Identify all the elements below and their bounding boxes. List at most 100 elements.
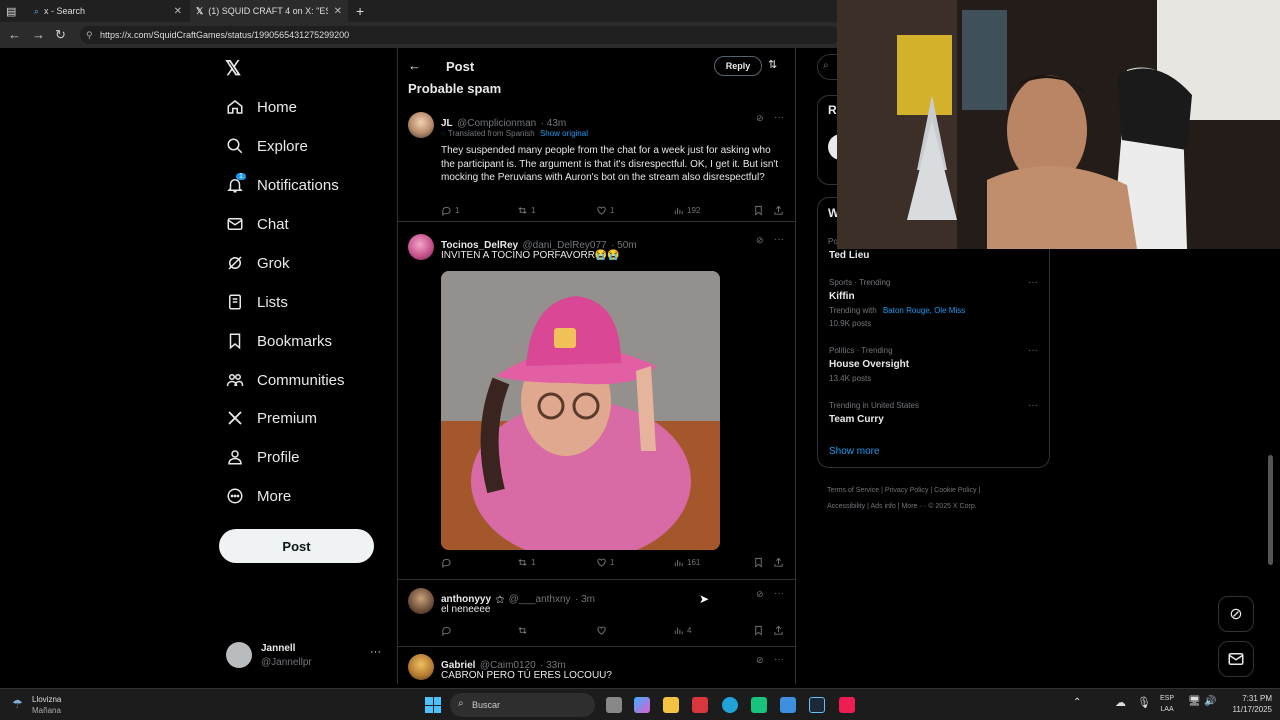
more-dots-icon[interactable]: ··· — [370, 646, 381, 658]
show-original-link[interactable]: Show original — [540, 129, 588, 138]
sidebar-item-lists[interactable]: Lists — [226, 287, 288, 317]
page-scrollbar[interactable] — [1268, 455, 1273, 565]
sidebar-item-grok[interactable]: Grok — [226, 248, 290, 278]
sidebar-item-explore[interactable]: Explore — [226, 131, 308, 161]
file-explorer-icon[interactable] — [663, 697, 679, 713]
sidebar-item-notifications[interactable]: 1 Notifications — [226, 170, 339, 200]
avatar[interactable] — [408, 234, 434, 260]
chat-app-icon[interactable] — [751, 697, 767, 713]
tweet[interactable]: JL @Complicionman · 43m ⊘ ··· ◌ Translat… — [398, 104, 795, 222]
footer-link[interactable]: More ··· — [901, 503, 926, 510]
new-tab-button[interactable]: + — [350, 0, 370, 22]
tweet-author[interactable]: JL — [441, 118, 453, 129]
browser-tab-search[interactable]: ⌕ x - Search ✕ — [28, 0, 188, 22]
tweet[interactable]: anthonyyy ⚝ @___anthxny · 3m ⊘ ··· el ne… — [398, 582, 795, 647]
edge-icon[interactable] — [722, 697, 738, 713]
reply-action[interactable] — [441, 625, 455, 636]
repost-action[interactable]: 1 — [517, 205, 535, 216]
repost-action[interactable]: 1 — [517, 557, 535, 568]
copilot-icon[interactable] — [634, 697, 650, 713]
tab-close-icon[interactable]: ✕ — [174, 6, 182, 17]
avatar[interactable] — [408, 654, 434, 680]
reply-button[interactable]: Reply — [714, 56, 762, 76]
like-action[interactable]: 1 — [596, 205, 614, 216]
views-action[interactable]: 161 — [673, 557, 700, 568]
more-dots-icon[interactable]: ··· — [774, 588, 784, 599]
more-dots-icon[interactable]: ··· — [1028, 400, 1038, 411]
footer-link[interactable]: Terms of Service — [827, 487, 879, 494]
sidebar-item-bookmarks[interactable]: Bookmarks — [226, 326, 332, 356]
tray-volume-icon[interactable]: 🔊 — [1204, 696, 1216, 707]
more-dots-icon[interactable]: ··· — [1028, 345, 1038, 356]
tab-close-icon[interactable]: ✕ — [334, 6, 342, 17]
footer-link[interactable]: Ads info — [870, 503, 895, 510]
messages-floating-button[interactable] — [1218, 641, 1254, 677]
store-icon[interactable] — [780, 697, 796, 713]
views-action[interactable]: 192 — [673, 205, 700, 216]
antivirus-icon[interactable] — [692, 697, 708, 713]
share-action[interactable] — [773, 205, 787, 216]
grok-icon[interactable]: ⊘ — [756, 655, 764, 666]
tiktok-icon[interactable] — [839, 697, 855, 713]
share-action[interactable] — [773, 557, 787, 568]
trend-title[interactable]: House Oversight — [829, 359, 909, 370]
grok-icon[interactable]: ⊘ — [756, 589, 764, 600]
sidebar-item-communities[interactable]: Communities — [226, 365, 345, 395]
taskbar-search[interactable]: ⌕ Buscar — [450, 693, 595, 717]
repost-action[interactable] — [517, 625, 531, 636]
windows-start-icon[interactable] — [425, 697, 441, 713]
sidebar-item-home[interactable]: Home — [226, 92, 297, 122]
account-switcher[interactable]: Jannell @Jannellpr ··· — [226, 640, 386, 672]
browser-tab-menu-icon[interactable]: ▤ — [0, 0, 24, 22]
weather-widget[interactable]: ☂ Llovizna Mañana — [10, 693, 100, 717]
tray-chevron-icon[interactable]: ⌃ — [1073, 697, 1081, 708]
bookmark-action[interactable] — [753, 625, 767, 636]
more-dots-icon[interactable]: ··· — [774, 112, 784, 123]
share-action[interactable] — [773, 625, 787, 636]
language-indicator[interactable]: ESP LAA — [1160, 693, 1174, 715]
steam-icon[interactable] — [809, 697, 825, 713]
site-info-icon[interactable]: ⚲ — [86, 30, 93, 41]
browser-tab-post[interactable]: 𝕏 (1) SQUID CRAFT 4 on X: "ESO N ✕ — [190, 0, 348, 22]
reply-action[interactable]: 1 — [441, 205, 459, 216]
bookmark-action[interactable] — [753, 205, 767, 216]
tweet[interactable]: Tocinos_DelRey @dani_DelRey077 · 50m ⊘ ·… — [398, 224, 795, 580]
sidebar-item-premium[interactable]: Premium — [226, 403, 317, 433]
reply-action[interactable] — [441, 557, 455, 568]
sidebar-item-profile[interactable]: Profile — [226, 442, 300, 472]
trend-title[interactable]: Team Curry — [829, 414, 884, 425]
bookmark-action[interactable] — [753, 557, 767, 568]
tray-mic-icon[interactable]: 🎙 — [1137, 696, 1151, 709]
like-action[interactable] — [596, 625, 610, 636]
tweet[interactable]: Gabriel @Caim0120 · 33m ⊘ ··· CABRON PER… — [398, 648, 795, 684]
show-more-link[interactable]: Show more — [829, 446, 880, 457]
x-logo-icon[interactable]: 𝕏 — [225, 56, 241, 81]
grok-icon[interactable]: ⊘ — [756, 113, 764, 124]
forward-icon[interactable]: → — [32, 27, 45, 42]
views-action[interactable]: 4 — [673, 625, 691, 636]
tweet-time[interactable]: · 43m — [541, 118, 567, 129]
avatar[interactable] — [408, 112, 434, 138]
trend-title[interactable]: Kiffin — [829, 291, 855, 302]
tweet-media-image[interactable] — [441, 271, 720, 550]
back-arrow-icon[interactable]: ← — [408, 58, 421, 73]
footer-link[interactable]: Accessibility — [827, 503, 865, 510]
tweet-handle[interactable]: @Complicionman — [457, 118, 536, 129]
trending-with-links[interactable]: Baton Rouge, Ole Miss — [883, 306, 965, 315]
sidebar-item-chat[interactable]: Chat — [226, 209, 289, 239]
clock[interactable]: 7:31 PM 11/17/2025 — [1222, 693, 1272, 715]
more-dots-icon[interactable]: ··· — [774, 654, 784, 665]
footer-link[interactable]: Cookie Policy — [934, 487, 976, 494]
search-box[interactable]: ⌕ — [817, 54, 837, 80]
avatar[interactable] — [408, 588, 434, 614]
tray-network-icon[interactable]: 🖥 — [1188, 696, 1201, 707]
grok-floating-button[interactable]: ⊘ — [1218, 596, 1254, 632]
back-icon[interactable]: ← — [8, 27, 21, 42]
post-button[interactable]: Post — [219, 529, 374, 563]
reload-icon[interactable]: ↻ — [55, 27, 66, 43]
like-action[interactable]: 1 — [596, 557, 614, 568]
footer-link[interactable]: Privacy Policy — [885, 487, 929, 494]
grok-icon[interactable]: ⊘ — [756, 235, 764, 246]
more-dots-icon[interactable]: ··· — [1028, 277, 1038, 288]
url-field[interactable]: ⚲ https://x.com/SquidCraftGames/status/1… — [80, 26, 840, 44]
